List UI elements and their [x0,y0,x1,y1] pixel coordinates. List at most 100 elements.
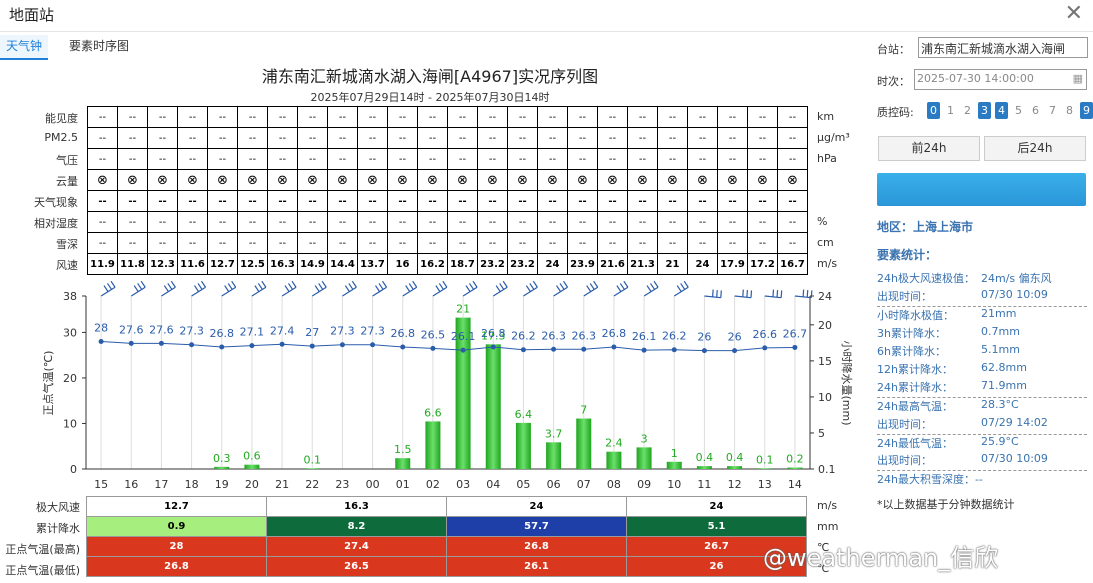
summary-cell: 28 [86,536,267,557]
x-tick-label: 13 [758,478,772,491]
y-tick-label: 38 [63,290,77,303]
temperature-point [671,347,677,353]
qc-code-0[interactable]: 0 [927,102,940,119]
temperature-point [581,346,587,352]
y2-tick-label: 0.1 [818,463,836,476]
summary-row: 12.7 16.3 24 24 [86,496,807,517]
wind-barb-icon [583,280,599,297]
x-tick-label: 14 [788,478,802,491]
summary-row: 0.9 8.2 57.7 5.1 [86,516,807,537]
summary-cell: 0.9 [86,516,267,537]
x-tick-label: 00 [366,478,380,491]
temperature-label: 27.3 [360,325,385,338]
summary-row: 28 27.4 26.8 26.7 [86,536,807,557]
wind-barb-icon [492,280,508,297]
temperature-point [98,339,104,345]
rain-bar [515,422,531,469]
temperature-point [249,343,255,349]
qc-code-6[interactable]: 6 [1029,102,1042,119]
wind-barb-icon [311,280,327,297]
stat-key: 小时降水极值： [877,309,954,323]
wind-barb-icon [251,280,267,297]
temperature-point [339,342,345,348]
prev-24h-button[interactable]: 前24h [878,136,980,161]
stat-row: 出现时间： 07/30 10:09 [877,452,1087,468]
x-tick-label: 02 [426,478,440,491]
next-24h-button[interactable]: 后24h [984,136,1086,161]
wind-barb-icon [100,280,116,297]
temperature-line [101,341,795,352]
region-label: 地区：上海上海市 [877,220,974,234]
temperature-point [430,345,436,351]
wind-barb-icon [462,280,478,297]
qc-code-1[interactable]: 1 [944,102,957,119]
temperature-label: 26.1 [451,330,476,343]
qc-code-7[interactable]: 7 [1046,102,1059,119]
rain-label: 3.7 [545,427,563,440]
wind-barb-icon [281,280,297,297]
temperature-label: 26.2 [511,330,536,343]
rain-label: 0.4 [726,451,744,464]
stat-key: 出现时间： [877,454,932,467]
temperature-point [309,343,315,349]
temperature-label: 26.8 [391,327,416,340]
summary-cell: 12.7 [86,496,267,517]
stat-key: 24h极大风速极值： [877,272,975,285]
x-tick-label: 01 [396,478,410,491]
temperature-label: 26.3 [541,329,566,342]
stat-key: 24h最低气温： [877,436,953,450]
y-tick-label: 0 [70,463,77,476]
rain-label: 6.4 [515,408,533,421]
wind-barb-icon [643,280,659,297]
temperature-label: 26 [728,331,742,344]
stat-value: 25.9°C [981,434,1019,448]
stat-row: 24h极大风速极值： 24m/s 偏东风 [877,270,1087,286]
rain-label: 1 [671,447,678,460]
rain-bar [636,447,652,469]
temperature-label: 26.6 [753,328,778,341]
stat-value: 0.7mm [981,324,1020,338]
summary-cell: 5.1 [626,516,807,537]
qc-label: 质控码: [877,106,914,119]
x-tick-label: 23 [335,478,349,491]
temperature-point [128,340,134,346]
close-icon[interactable]: ✕ [1065,2,1083,26]
rain-bar [214,466,230,469]
summary-cell: 16.3 [266,496,447,517]
wind-barb-icon [342,280,357,297]
summary-row-unit: mm [817,520,839,533]
qc-code-2[interactable]: 2 [961,102,974,119]
summary-row-unit: m/s [817,499,838,512]
qc-code-4[interactable]: 4 [995,102,1008,119]
qc-code-5[interactable]: 5 [1012,102,1025,119]
temperature-point [400,344,406,350]
time-field[interactable]: 2025-07-30 14:00:00 ▦ [914,69,1087,90]
stats-heading: 要素统计： [877,248,938,262]
temperature-point [611,344,617,350]
temperature-label: 27.1 [240,326,265,339]
rain-bar [485,344,501,469]
station-field[interactable]: 浦东南汇新城滴水湖入海闸 [918,37,1088,58]
summary-grid: 12.7 16.3 24 24 0.9 8.2 57.7 5.1 28 27.4 26.8 26.7 2… [86,496,807,577]
qc-code-9[interactable]: 9 [1080,102,1093,119]
stat-value: 21mm [981,307,1017,321]
calendar-icon[interactable]: ▦ [1073,72,1083,85]
stat-row: 24h最大积雪深度：-- [877,470,1087,487]
wind-barb-icon [372,280,388,297]
qc-code-8[interactable]: 8 [1063,102,1076,119]
x-tick-label: 15 [94,478,108,491]
temperature-point [158,340,164,346]
temperature-label: 26.7 [783,327,808,340]
y-tick-label: 30 [63,326,77,339]
query-button[interactable] [877,173,1086,206]
summary-cell: 27.4 [266,536,447,557]
qc-code-3[interactable]: 3 [978,102,991,119]
y2-tick-label: 15 [818,355,832,368]
stat-row: 出现时间： 07/29 14:02 [877,416,1087,432]
stat-key: 24h最高气温： [877,400,953,414]
temperature-point [762,345,768,351]
stat-row: 24h最低气温： 25.9°C [877,433,1087,451]
stat-value: 5.1mm [981,342,1020,356]
temperature-point [551,346,557,352]
rain-bar [757,468,773,469]
